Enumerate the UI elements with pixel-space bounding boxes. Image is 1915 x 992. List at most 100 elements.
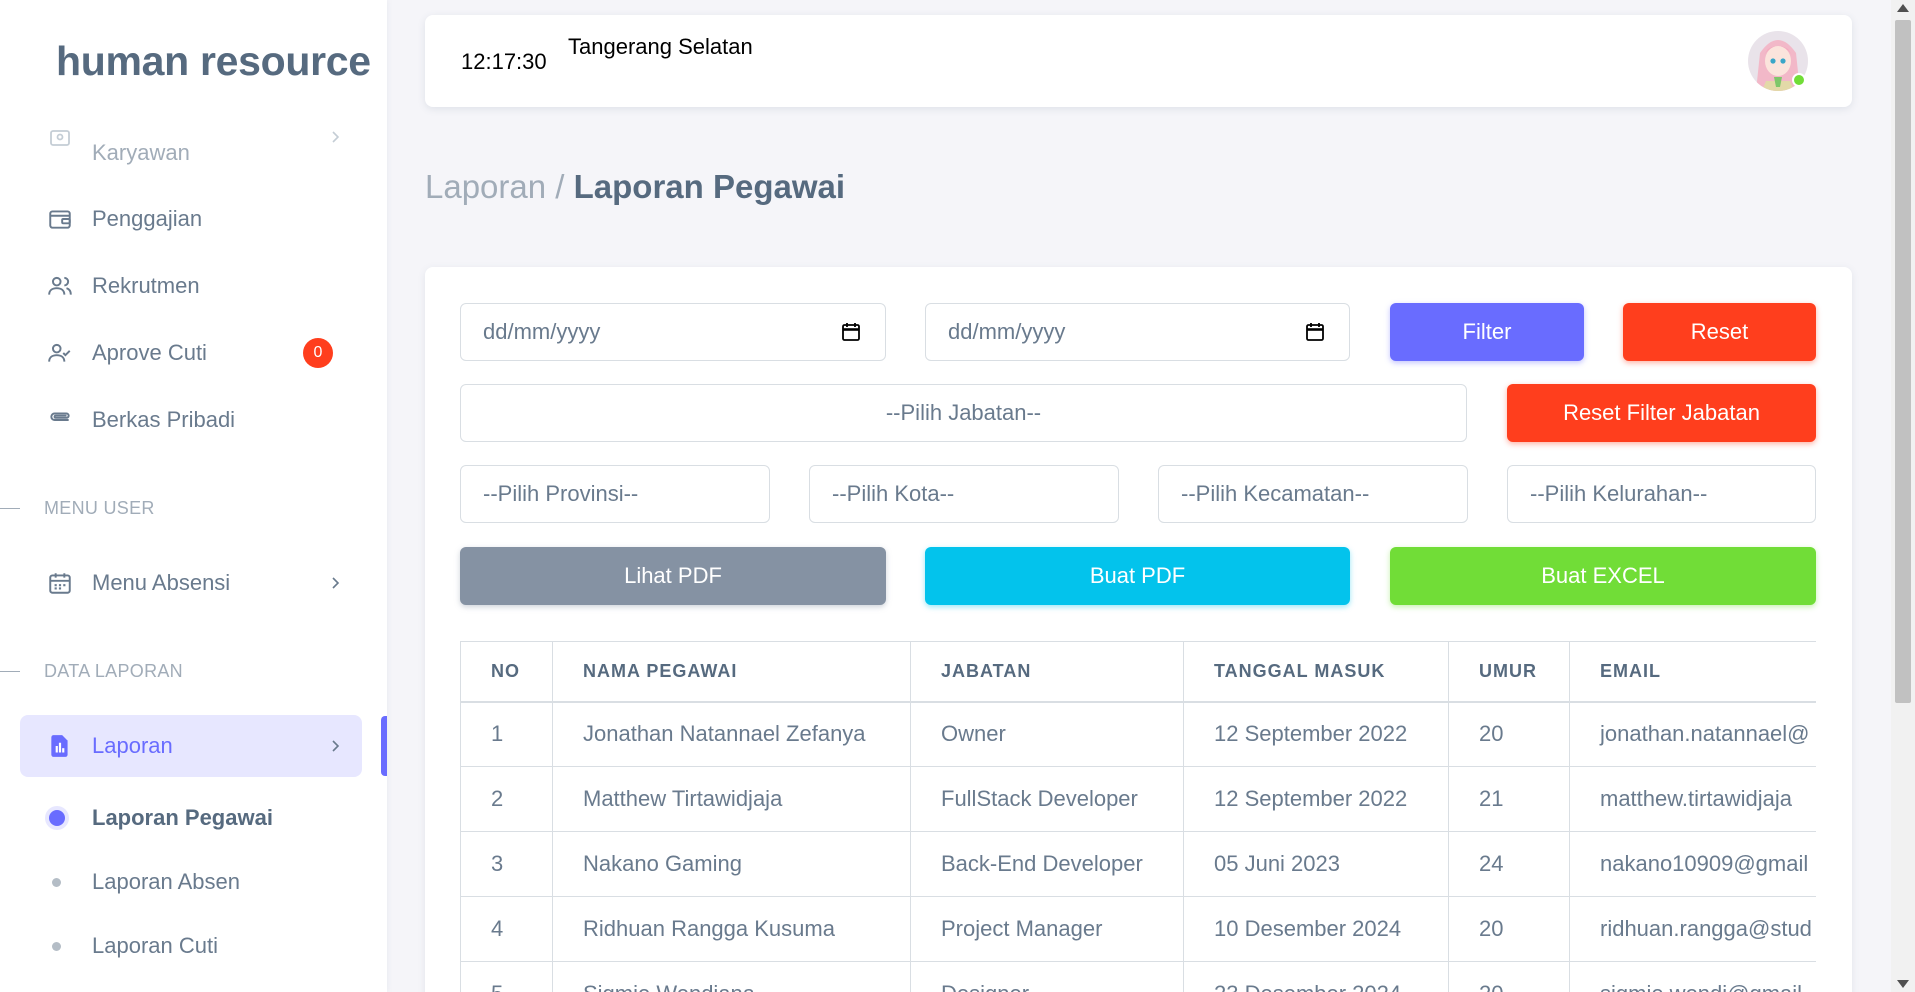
cell-jabatan: Designer <box>910 961 1184 992</box>
jabatan-placeholder: --Pilih Jabatan-- <box>885 400 1042 425</box>
cell-email: ridhuan.rangga@stud <box>1569 896 1816 962</box>
employee-table: NO NAMA PEGAWAI JABATAN TANGGAL MASUK UM… <box>460 641 1816 992</box>
cell-no: 1 <box>460 701 553 767</box>
sidebar-item-menu-absensi[interactable]: Menu Absensi <box>20 552 362 614</box>
section-header-menu-user: MENU USER <box>0 496 387 520</box>
cell-umur: 24 <box>1448 831 1570 897</box>
scroll-down-arrow-icon[interactable] <box>1897 980 1909 988</box>
cell-jabatan: Owner <box>910 701 1184 767</box>
sidebar-item-laporan[interactable]: Laporan <box>20 715 362 777</box>
breadcrumb-parent[interactable]: Laporan / <box>425 168 564 205</box>
sidebar-item-aprove-cuti[interactable]: Aprove Cuti 0 <box>20 322 362 384</box>
cell-tanggal: 12 September 2022 <box>1183 766 1449 832</box>
buat-excel-button[interactable]: Buat EXCEL <box>1390 547 1816 605</box>
column-header-no: NO <box>460 641 553 703</box>
kelurahan-select[interactable]: --Pilih Kelurahan-- <box>1507 465 1816 523</box>
cell-umur: 20 <box>1448 961 1570 992</box>
sidebar-item-karyawan[interactable]: Karyawan <box>20 120 362 180</box>
sidebar-item-label: Karyawan <box>92 140 190 165</box>
chevron-right-icon <box>328 576 342 590</box>
id-card-icon <box>46 124 74 152</box>
cell-jabatan: Back-End Developer <box>910 831 1184 897</box>
provinsi-select[interactable]: --Pilih Provinsi-- <box>460 465 770 523</box>
employee-table-container[interactable]: NO NAMA PEGAWAI JABATAN TANGGAL MASUK UM… <box>460 641 1816 992</box>
column-header-tanggal: TANGGAL MASUK <box>1183 641 1449 703</box>
provinsi-placeholder: --Pilih Provinsi-- <box>483 481 639 506</box>
cell-umur: 21 <box>1448 766 1570 832</box>
sidebar-item-label: Berkas Pribadi <box>92 407 236 432</box>
jabatan-select[interactable]: --Pilih Jabatan-- <box>460 384 1467 442</box>
cell-nama: Nakano Gaming <box>552 831 911 897</box>
page-title: Laporan Pegawai <box>573 168 846 205</box>
sidebar-subitem-label: Laporan Cuti <box>92 933 218 958</box>
kelurahan-placeholder: --Pilih Kelurahan-- <box>1530 481 1708 506</box>
online-status-dot <box>1792 73 1806 87</box>
scroll-up-arrow-icon[interactable] <box>1897 4 1909 12</box>
kota-select[interactable]: --Pilih Kota-- <box>809 465 1119 523</box>
cell-email: nakano10909@gmail <box>1569 831 1816 897</box>
cell-email: matthew.tirtawidjaja <box>1569 766 1816 832</box>
filter-button[interactable]: Filter <box>1390 303 1584 361</box>
avatar[interactable] <box>1748 31 1808 91</box>
bullet-dot <box>52 941 61 951</box>
buat-pdf-button[interactable]: Buat PDF <box>925 547 1350 605</box>
sidebar-item-berkas-pribadi[interactable]: Berkas Pribadi <box>20 389 362 451</box>
table-row: 4 Ridhuan Rangga Kusuma Project Manager … <box>460 896 1816 962</box>
section-divider <box>0 670 20 672</box>
date-from-input[interactable]: dd/mm/yyyy <box>460 303 886 361</box>
sidebar-item-label: Rekrutmen <box>92 273 200 298</box>
location: Tangerang Selatan <box>568 34 753 59</box>
cell-no: 5 <box>460 961 553 992</box>
scrollbar-thumb[interactable] <box>1895 20 1911 703</box>
kecamatan-select[interactable]: --Pilih Kecamatan-- <box>1158 465 1468 523</box>
kota-placeholder: --Pilih Kota-- <box>832 481 955 506</box>
lihat-pdf-button[interactable]: Lihat PDF <box>460 547 886 605</box>
reset-jabatan-button[interactable]: Reset Filter Jabatan <box>1507 384 1816 442</box>
breadcrumb: Laporan / Laporan Pegawai <box>425 168 845 206</box>
cell-nama: Ridhuan Rangga Kusuma <box>552 896 911 962</box>
calendar-icon <box>46 569 74 597</box>
sidebar-item-penggajian[interactable]: Penggajian <box>20 188 362 250</box>
chevron-right-icon <box>328 130 342 144</box>
cell-tanggal: 05 Juni 2023 <box>1183 831 1449 897</box>
cell-no: 3 <box>460 831 553 897</box>
app-brand[interactable]: human resource <box>56 38 371 85</box>
section-title: DATA LAPORAN <box>44 660 183 681</box>
date-to-placeholder: dd/mm/yyyy <box>948 319 1066 344</box>
sidebar-subitem-label: Laporan Absen <box>92 869 241 894</box>
bullet-dot <box>49 810 65 826</box>
calendar-icon[interactable] <box>841 322 861 342</box>
sidebar-subitem-label: Laporan Pegawai <box>92 805 273 830</box>
calendar-icon[interactable] <box>1305 322 1325 342</box>
section-header-data-laporan: DATA LAPORAN <box>0 659 387 683</box>
paperclip-icon <box>46 406 74 434</box>
sidebar-item-rekrutmen[interactable]: Rekrutmen <box>20 255 362 317</box>
section-divider <box>0 507 20 509</box>
topbar: 12:17:30 Tangerang Selatan <box>425 15 1852 107</box>
column-header-nama: NAMA PEGAWAI <box>552 641 911 703</box>
date-to-input[interactable]: dd/mm/yyyy <box>925 303 1350 361</box>
date-from-placeholder: dd/mm/yyyy <box>483 319 601 344</box>
sidebar-item-label: Aprove Cuti <box>92 340 207 365</box>
cell-jabatan: FullStack Developer <box>910 766 1184 832</box>
sidebar-subitem-laporan-absen[interactable]: Laporan Absen <box>20 862 362 902</box>
notification-badge: 0 <box>303 338 333 368</box>
sidebar-subitem-laporan-cuti[interactable]: Laporan Cuti <box>20 926 362 966</box>
cell-umur: 20 <box>1448 701 1570 767</box>
cell-tanggal: 12 September 2022 <box>1183 701 1449 767</box>
user-check-icon <box>46 339 74 367</box>
cell-tanggal: 10 Desember 2024 <box>1183 896 1449 962</box>
users-icon <box>46 272 74 300</box>
cell-nama: Sigmie Wendiana <box>552 961 911 992</box>
cell-nama: Matthew Tirtawidjaja <box>552 766 911 832</box>
table-header-row: NO NAMA PEGAWAI JABATAN TANGGAL MASUK UM… <box>460 641 1816 703</box>
cell-no: 2 <box>460 766 553 832</box>
chevron-right-icon <box>328 739 342 753</box>
cell-email: jonathan.natannael@ <box>1569 701 1816 767</box>
sidebar: human resource Karyawan Penggajian Rekru… <box>0 0 387 992</box>
page-scrollbar[interactable] <box>1891 0 1915 992</box>
reset-button[interactable]: Reset <box>1623 303 1816 361</box>
sidebar-subitem-laporan-pegawai[interactable]: Laporan Pegawai <box>20 798 362 838</box>
sidebar-item-label: Laporan <box>92 733 173 758</box>
clock: 12:17:30 <box>461 49 547 74</box>
